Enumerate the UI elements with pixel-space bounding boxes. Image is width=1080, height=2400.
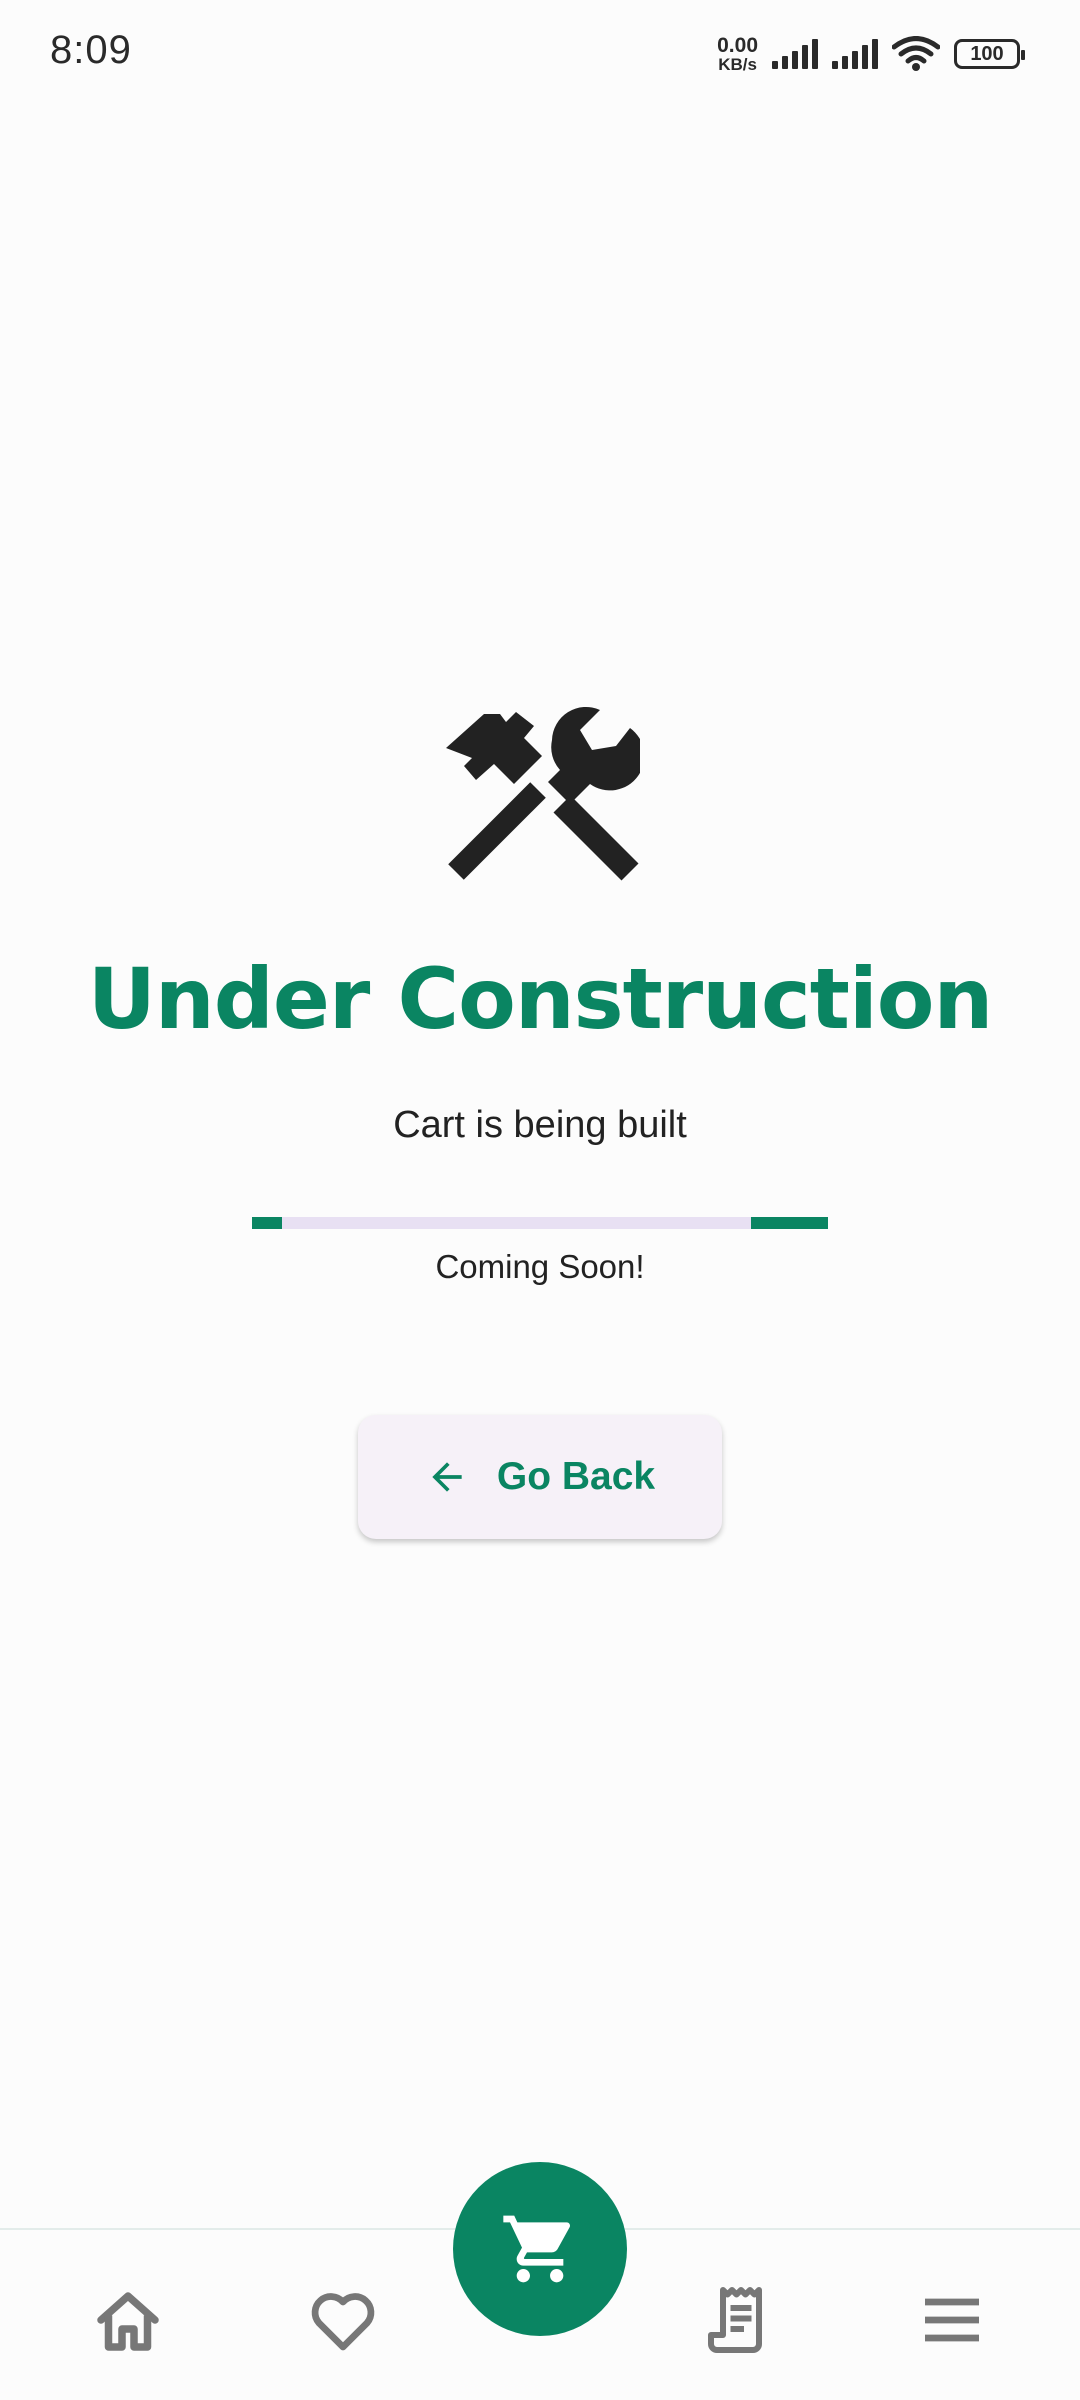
progress-indicator-left — [252, 1217, 282, 1229]
nav-home[interactable] — [88, 2280, 168, 2360]
page-subtitle: Cart is being built — [393, 1104, 687, 1146]
go-back-button[interactable]: Go Back — [358, 1415, 722, 1539]
receipt-icon — [708, 2287, 762, 2353]
progress-indicator-right — [751, 1217, 828, 1229]
status-time: 8:09 — [50, 28, 132, 72]
heart-icon — [311, 2293, 375, 2351]
home-icon — [97, 2292, 159, 2351]
nav-cart-button[interactable] — [453, 2162, 627, 2336]
progress-bar — [252, 1217, 828, 1229]
network-speed-value: 0.00 — [717, 34, 758, 57]
page-title: Under Construction — [87, 950, 994, 1048]
tools-icon — [446, 706, 640, 881]
status-icons: 0.00 KB/s 100 — [717, 32, 1025, 76]
arrow-left-icon — [432, 1462, 462, 1492]
signal-icon-2 — [832, 39, 878, 69]
signal-icon — [772, 39, 818, 69]
cart-icon — [503, 2215, 571, 2283]
coming-soon-label: Coming Soon! — [435, 1248, 645, 1285]
menu-icon — [925, 2298, 979, 2342]
status-bar: 8:09 0.00 KB/s 100 — [0, 0, 1080, 110]
battery-icon: 100 — [954, 39, 1025, 69]
network-speed: 0.00 KB/s — [717, 35, 758, 73]
nav-orders[interactable] — [698, 2280, 778, 2360]
nav-favorites[interactable] — [303, 2280, 383, 2360]
network-speed-unit: KB/s — [718, 55, 757, 74]
go-back-label: Go Back — [496, 1455, 656, 1498]
screen: 8:09 0.00 KB/s 100 Under Construction Ca… — [0, 0, 1080, 2400]
nav-menu[interactable] — [912, 2280, 992, 2360]
wifi-icon — [892, 36, 940, 71]
battery-level: 100 — [970, 42, 1004, 65]
